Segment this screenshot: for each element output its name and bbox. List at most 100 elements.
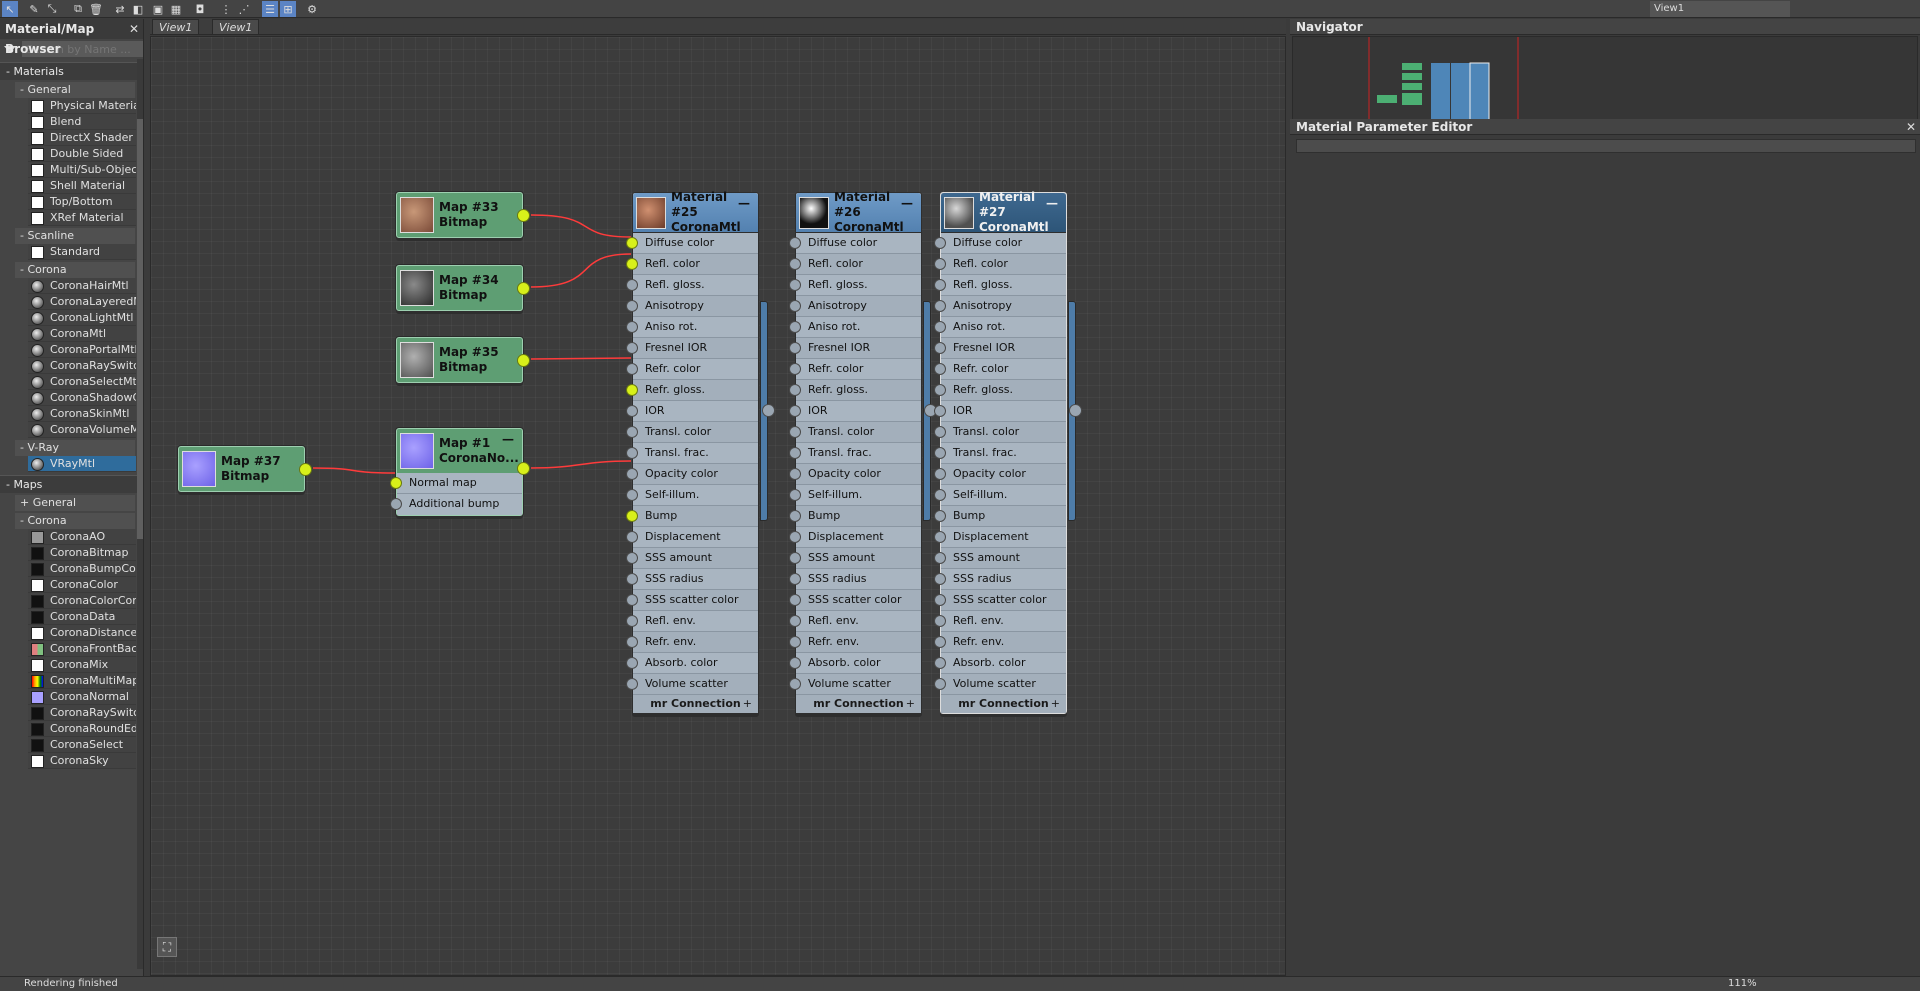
group-corona[interactable]: - Corona [15,262,135,278]
node-map37[interactable]: Map #37 Bitmap [178,446,312,492]
node-map1[interactable]: Map #1 CoronaNo... — Normal map Additiona… [390,428,530,516]
select-by-material-icon[interactable]: ⚙ [304,1,320,17]
material-slot[interactable]: Bump [789,506,921,527]
map35-output-socket[interactable] [517,354,530,367]
slot-input-socket[interactable] [626,426,638,438]
browser-item[interactable]: Multi/Sub-Object [28,162,136,178]
slot-input-socket[interactable] [934,321,946,333]
material27-footer[interactable]: mr Connection + [941,695,1066,713]
browser-item[interactable]: Top/Bottom [28,194,136,210]
select-tool-icon[interactable]: ↖ [2,1,18,17]
material-slot[interactable]: Self-illum. [626,485,758,506]
material-slot[interactable]: Transl. color [626,422,758,443]
material-slot[interactable]: Self-illum. [789,485,921,506]
render-preview-icon[interactable]: ◘ [192,1,208,17]
material-slot[interactable]: Transl. frac. [934,443,1066,464]
material-slot[interactable]: Opacity color [789,464,921,485]
slot-input-socket[interactable] [626,363,638,375]
close-icon[interactable]: ✕ [129,19,139,39]
node-map33[interactable]: Map #33 Bitmap [396,192,530,238]
material-slot[interactable]: Refl. env. [789,611,921,632]
material-slot[interactable]: SSS amount [789,548,921,569]
browser-item[interactable]: Double Sided [28,146,136,162]
slot-input-socket[interactable] [626,657,638,669]
material-slot[interactable]: Refr. color [789,359,921,380]
slot-input-socket[interactable] [626,594,638,606]
slot-input-socket[interactable] [789,636,801,648]
material25-footer[interactable]: mr Connection + [633,695,758,713]
material-slot[interactable]: Anisotropy [934,296,1066,317]
slot-input-socket[interactable] [934,657,946,669]
slot-input-socket[interactable] [789,489,801,501]
material-slot[interactable]: IOR [934,401,1066,422]
material-slot[interactable]: Refr. env. [934,632,1066,653]
browser-item[interactable]: Shell Material [28,178,136,194]
slot-input-socket[interactable] [934,573,946,585]
material-slot[interactable]: SSS radius [934,569,1066,590]
browser-item[interactable]: CoronaRoundEdges [28,721,136,737]
navigator-view[interactable] [1292,36,1918,129]
material-slot[interactable]: Anisotropy [789,296,921,317]
view-selector[interactable]: View1 [1650,1,1790,17]
slot-input-socket[interactable] [789,363,801,375]
pick-icon[interactable]: ⤡ [44,1,60,17]
material-slot[interactable]: Refl. env. [626,611,758,632]
slot-input-socket[interactable] [626,342,638,354]
slot-input-socket[interactable] [626,237,638,249]
expand-icon[interactable]: + [906,695,915,713]
material-slot[interactable]: Refl. gloss. [934,275,1066,296]
browser-item[interactable]: CoronaSky [28,753,136,769]
slot-input-socket[interactable] [934,405,946,417]
group-vray[interactable]: - V-Ray [15,440,135,456]
map1-slot-normal[interactable]: Normal map [390,473,522,494]
browser-item[interactable]: Blend [28,114,136,130]
slot-input-socket[interactable] [934,615,946,627]
browser-item[interactable]: DirectX Shader [28,130,136,146]
browser-item[interactable]: CoronaColorCorrect [28,593,136,609]
browser-item[interactable]: CoronaFrontBack [28,641,136,657]
slot-input-socket[interactable] [934,258,946,270]
material-slot[interactable]: Refr. gloss. [626,380,758,401]
material26-footer[interactable]: mr Connection + [796,695,921,713]
slot-input-socket[interactable] [789,300,801,312]
node-material25[interactable]: Material #25 CoronaMtl — Diffuse color Ref… [626,190,759,714]
material-slot[interactable]: Displacement [626,527,758,548]
slot-input-socket[interactable] [934,468,946,480]
material-slot[interactable]: Diffuse color [789,233,921,254]
material25-collapse-icon[interactable]: — [738,196,750,210]
copy-icon[interactable]: ⧉ [70,1,86,17]
material-slot[interactable]: SSS scatter color [789,590,921,611]
slot-input-socket[interactable] [934,363,946,375]
browser-item[interactable]: CoronaColor [28,577,136,593]
browser-item[interactable]: CoronaRaySwitch [28,705,136,721]
browser-item[interactable]: CoronaLightMtl [28,310,136,326]
slot-input-socket[interactable] [626,636,638,648]
material-slot[interactable]: Absorb. color [934,653,1066,674]
material25-output-socket[interactable] [762,404,775,417]
slot-input-socket[interactable] [934,510,946,522]
slot-input-socket[interactable] [789,678,801,690]
slot-input-socket[interactable] [789,657,801,669]
material-browser-toggle-icon[interactable]: ☰ [262,1,278,17]
slot-input-socket[interactable] [789,594,801,606]
material-slot[interactable]: Refr. env. [626,632,758,653]
material-slot[interactable]: Refr. color [934,359,1066,380]
slot-input-socket[interactable] [934,489,946,501]
slot-input-socket[interactable] [626,447,638,459]
slot-input-socket[interactable] [789,405,801,417]
material-slot[interactable]: Refl. color [934,254,1066,275]
material-slot[interactable]: IOR [789,401,921,422]
browser-item[interactable]: VRayMtl [28,456,136,472]
slot-input-socket[interactable] [789,279,801,291]
material-slot[interactable]: Absorb. color [789,653,921,674]
browser-item[interactable]: CoronaBitmap [28,545,136,561]
slot-input-socket[interactable] [626,300,638,312]
param-editor-toggle-icon[interactable]: ⊞ [280,1,296,17]
slot-input-socket[interactable] [934,678,946,690]
pan-hand-icon[interactable]: ⛶ [157,937,177,957]
material-slot[interactable]: Volume scatter color [789,674,921,710]
slot-input-socket[interactable] [934,342,946,354]
slot-input-socket[interactable] [934,300,946,312]
browser-scroll-thumb[interactable] [137,119,143,539]
slot-input-socket[interactable] [626,615,638,627]
